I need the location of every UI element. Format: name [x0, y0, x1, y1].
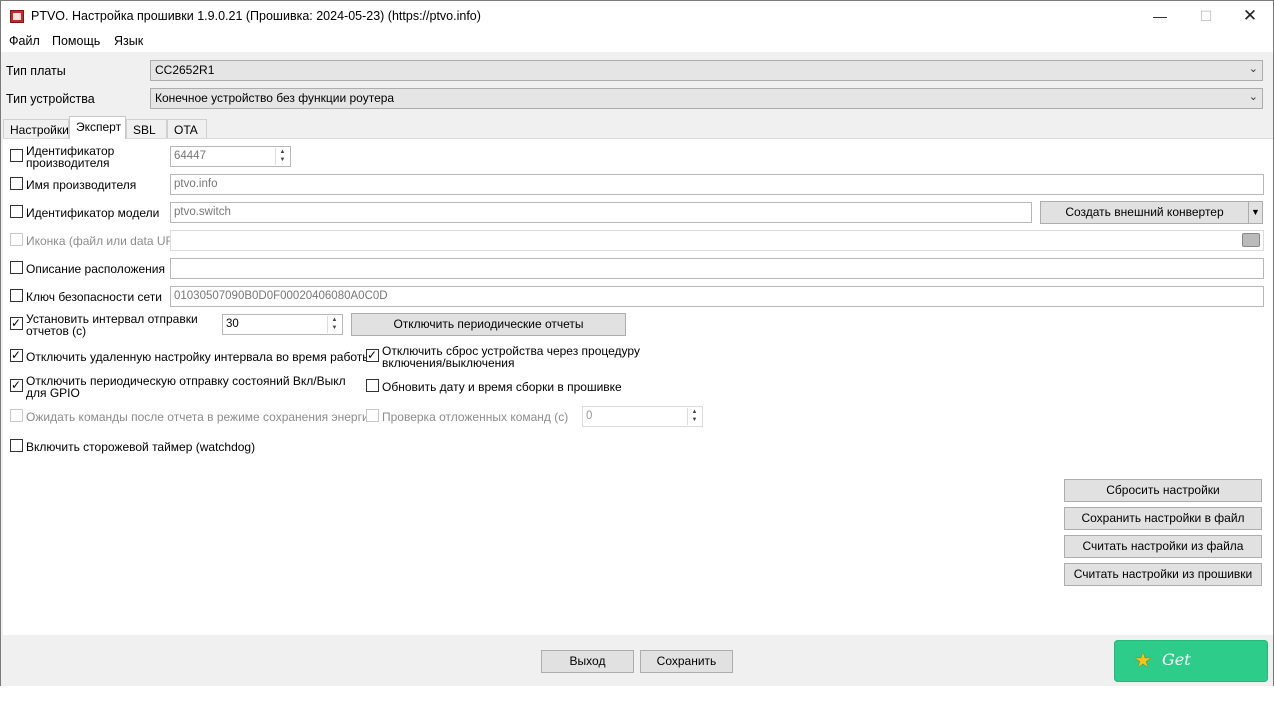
manufacturer-name-label: Имя производителя [26, 178, 137, 192]
save-settings-file-button[interactable]: Сохранить настройки в файл [1064, 507, 1262, 530]
location-label: Описание расположения [26, 262, 166, 276]
location-checkbox[interactable] [10, 261, 23, 274]
menu-file[interactable]: Файл [9, 34, 40, 48]
disable-reset-checkbox[interactable] [366, 348, 379, 362]
manufacturer-name-checkbox[interactable] [10, 177, 23, 190]
deferred-check-label: Проверка отложенных команд (с) [382, 410, 569, 424]
manufacturer-id-value: 64447 [174, 150, 206, 162]
app-window: PTVO. Настройка прошивки 1.9.0.21 (Проши… [0, 0, 1274, 709]
folder-icon[interactable] [1242, 233, 1260, 247]
model-id-label: Идентификатор модели [26, 206, 160, 220]
deferred-check-value: 0 [586, 410, 593, 422]
disable-onoff-reports-label: Отключить периодическую отправку состоян… [26, 374, 346, 400]
report-interval-value: 30 [226, 318, 239, 330]
window-title: PTVO. Настройка прошивки 1.9.0.21 (Проши… [31, 9, 481, 23]
network-key-label: Ключ безопасности сети [26, 290, 162, 304]
exit-button[interactable]: Выход [541, 650, 634, 673]
wait-commands-label: Ожидать команды после отчета в режиме со… [26, 410, 376, 424]
disable-remote-interval-label: Отключить удаленную настройку интервала … [26, 350, 371, 364]
update-build-date-checkbox[interactable] [366, 379, 379, 392]
report-interval-stepper[interactable]: 30 ▲ ▼ [222, 314, 343, 335]
load-settings-file-button[interactable]: Считать настройки из файла [1064, 535, 1262, 558]
spin-arrows-icon[interactable]: ▲ ▼ [327, 316, 341, 333]
model-id-field[interactable]: ptvo.switch [170, 202, 1032, 223]
manufacturer-id-label: Идентификатор производителя [26, 144, 115, 170]
tab-expert[interactable]: Эксперт [69, 116, 126, 139]
app-logo-icon [10, 10, 24, 23]
watchdog-checkbox[interactable] [10, 439, 23, 452]
tab-settings[interactable]: Настройки [3, 119, 69, 139]
menu-bar: Файл Помощь Язык [1, 32, 1273, 52]
model-id-checkbox[interactable] [10, 205, 23, 218]
minimize-button[interactable]: — [1137, 1, 1183, 32]
create-converter-button[interactable]: Создать внешний конвертер ▼ [1040, 201, 1263, 224]
get-premium-label: Get Premium [1162, 650, 1236, 709]
report-interval-label: Установить интервал отправки отчетов (с) [26, 312, 198, 338]
device-type-value: Конечное устройство без функции роутера [155, 91, 395, 105]
create-converter-label: Создать внешний конвертер [1065, 205, 1224, 219]
network-key-checkbox[interactable] [10, 289, 23, 302]
manufacturer-name-field[interactable]: ptvo.info [170, 174, 1264, 195]
board-type-value: CC2652R1 [155, 63, 215, 77]
tab-sbl[interactable]: SBL [126, 119, 167, 139]
dropdown-arrow-icon[interactable]: ▼ [1248, 202, 1262, 223]
star-icon: ★ [1134, 648, 1152, 672]
title-bar: PTVO. Настройка прошивки 1.9.0.21 (Проши… [1, 1, 1273, 32]
spin-arrows-icon[interactable]: ▲ ▼ [275, 148, 289, 165]
watchdog-label: Включить сторожевой таймер (watchdog) [26, 440, 256, 454]
disable-reset-label: Отключить сброс устройства через процеду… [382, 344, 640, 370]
expert-panel: Идентификатор производителя 64447 ▲ ▼ Имя… [3, 138, 1273, 635]
icon-field[interactable] [170, 230, 1264, 251]
board-type-label: Тип платы [6, 64, 66, 78]
disable-onoff-reports-checkbox[interactable] [10, 378, 23, 392]
device-type-select[interactable]: Конечное устройство без функции роутера … [150, 88, 1263, 109]
location-field[interactable] [170, 258, 1264, 279]
update-build-date-label: Обновить дату и время сборки в прошивке [382, 380, 622, 394]
reset-settings-button[interactable]: Сбросить настройки [1064, 479, 1262, 502]
chevron-down-icon: ⌄ [1248, 91, 1258, 103]
manufacturer-id-checkbox[interactable] [10, 149, 23, 162]
close-button[interactable]: ✕ [1227, 1, 1273, 32]
maximize-button[interactable]: ☐ [1183, 1, 1229, 32]
disable-periodic-reports-button[interactable]: Отключить периодические отчеты [351, 313, 626, 336]
wait-commands-checkbox[interactable] [10, 409, 23, 422]
get-premium-button[interactable]: ★ Get Premium [1114, 640, 1268, 709]
menu-language[interactable]: Язык [114, 34, 143, 48]
report-interval-checkbox[interactable] [10, 316, 23, 330]
disable-remote-interval-checkbox[interactable] [10, 348, 23, 362]
tab-ota[interactable]: OTA [167, 119, 207, 139]
icon-label: Иконка (файл или data URI) [26, 234, 182, 248]
manufacturer-id-stepper[interactable]: 64447 ▲ ▼ [170, 146, 291, 167]
chevron-down-icon: ⌄ [1248, 63, 1258, 75]
load-settings-firmware-button[interactable]: Считать настройки из прошивки [1064, 563, 1262, 586]
save-button[interactable]: Сохранить [640, 650, 733, 673]
icon-checkbox[interactable] [10, 233, 23, 246]
network-key-field[interactable]: 01030507090B0D0F00020406080A0C0D [170, 286, 1264, 307]
deferred-check-stepper[interactable]: 0 ▲ ▼ [582, 406, 703, 427]
device-type-label: Тип устройства [6, 92, 95, 106]
board-type-select[interactable]: CC2652R1 ⌄ [150, 60, 1263, 81]
deferred-check-checkbox[interactable] [366, 409, 379, 422]
menu-help[interactable]: Помощь [52, 34, 100, 48]
bottom-bar [1, 635, 1273, 686]
spin-arrows-icon[interactable]: ▲ ▼ [687, 408, 701, 425]
